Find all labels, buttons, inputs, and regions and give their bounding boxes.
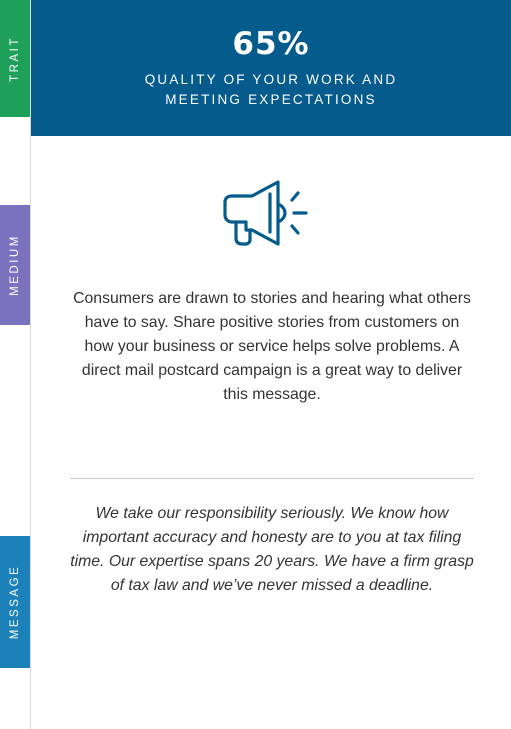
trait-tab-label: TRAIT <box>9 35 22 82</box>
trait-tab: TRAIT <box>0 0 30 117</box>
trait-percentage: 65% <box>232 26 310 62</box>
message-tab: MESSAGE <box>0 536 30 668</box>
medium-tab: MEDIUM <box>0 205 30 325</box>
section-divider <box>70 478 474 479</box>
medium-tab-label: MEDIUM <box>9 234 22 296</box>
message-tab-label: MESSAGE <box>9 564 22 640</box>
trait-header: 65% QUALITY OF YOUR WORK AND MEETING EXP… <box>31 0 511 136</box>
trait-subtitle: QUALITY OF YOUR WORK AND MEETING EXPECTA… <box>144 72 398 107</box>
message-text: We take our responsibility seriously. We… <box>70 505 474 594</box>
medium-description: Consumers are drawn to stories and heari… <box>73 290 471 403</box>
megaphone-icon <box>222 176 318 256</box>
